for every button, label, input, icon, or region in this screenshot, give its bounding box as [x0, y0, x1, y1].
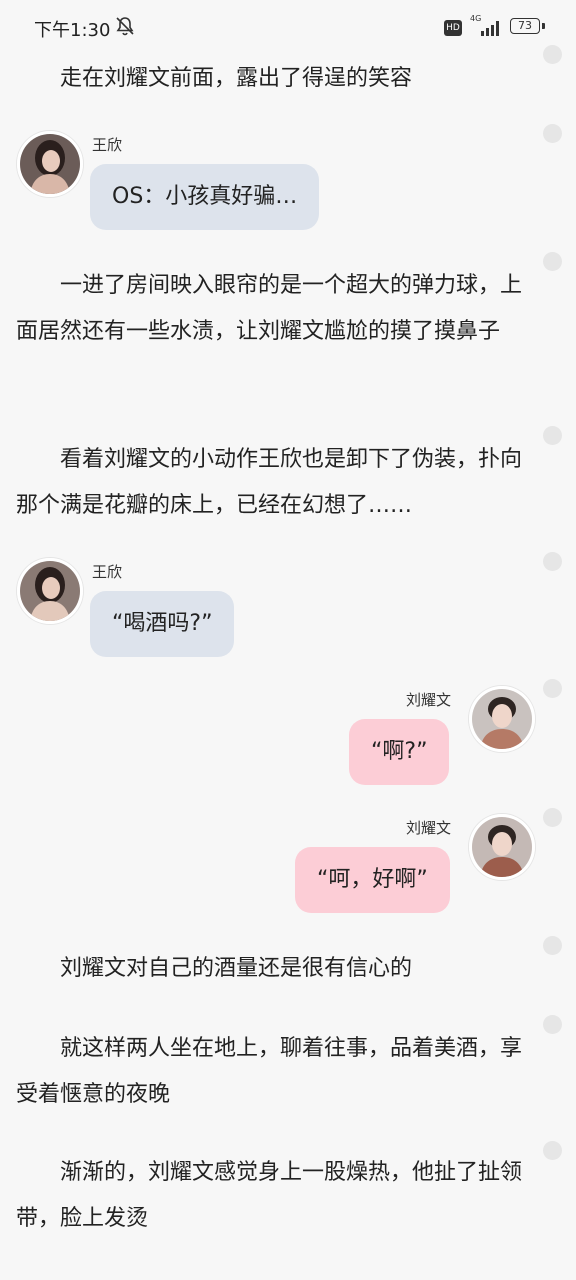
speaker-name: 刘耀文: [406, 819, 452, 837]
mute-bell-icon: [116, 17, 134, 36]
story-paragraph: 走在刘耀文前面，露出了得逞的笑容: [60, 66, 413, 91]
avatar-liuyaowen-image: [472, 817, 532, 877]
paragraph-marker[interactable]: [543, 552, 562, 571]
paragraph-marker[interactable]: [543, 1015, 562, 1034]
speaker-name: 刘耀文: [406, 691, 452, 709]
story-paragraph: 渐渐的，刘耀文感觉身上一股燥热，他扯了扯领带，脸上发烫: [16, 1160, 523, 1231]
status-time: 下午1:30: [34, 20, 111, 41]
avatar-liuyaowen[interactable]: [469, 814, 535, 880]
battery-icon: 73: [510, 18, 540, 34]
story-paragraph: 看着刘耀文的小动作王欣也是卸下了伪装，扑向那个满是花瓣的床上，已经在幻想了……: [16, 447, 523, 518]
battery-tip: [542, 23, 545, 29]
story-paragraph: 刘耀文对自己的酒量还是很有信心的: [60, 956, 413, 981]
chat-bubble[interactable]: OS：小孩真好骗…: [90, 164, 320, 230]
avatar-wangxin-image: [20, 134, 80, 194]
paragraph-marker[interactable]: [543, 808, 562, 827]
chat-bubble[interactable]: “喝酒吗?”: [90, 591, 235, 657]
paragraph-marker[interactable]: [543, 426, 562, 445]
speaker-name: 王欣: [92, 563, 123, 581]
avatar-wangxin[interactable]: [17, 131, 83, 197]
signal-icon: [481, 21, 499, 36]
avatar-wangxin[interactable]: [17, 558, 83, 624]
avatar-liuyaowen-image: [472, 689, 532, 749]
avatar-wangxin-image: [20, 561, 80, 621]
story-paragraph: 就这样两人坐在地上，聊着往事，品着美酒，享受着惬意的夜晚: [16, 1036, 523, 1107]
paragraph-marker[interactable]: [543, 124, 562, 143]
paragraph-marker[interactable]: [543, 252, 562, 271]
paragraph-marker[interactable]: [543, 1141, 562, 1160]
paragraph-marker[interactable]: [543, 936, 562, 955]
speaker-name: 王欣: [92, 136, 123, 154]
chat-bubble[interactable]: “啊?”: [349, 719, 450, 785]
story-paragraph: 一进了房间映入眼帘的是一个超大的弹力球，上面居然还有一些水渍，让刘耀文尴尬的摸了…: [16, 273, 523, 344]
chat-bubble[interactable]: “呵，好啊”: [295, 847, 450, 913]
avatar-liuyaowen[interactable]: [469, 686, 535, 752]
paragraph-marker[interactable]: [543, 45, 562, 64]
paragraph-marker[interactable]: [543, 679, 562, 698]
hd-icon: HD: [444, 20, 462, 36]
status-bar: 下午1:30 HD 4G 73: [0, 0, 576, 56]
